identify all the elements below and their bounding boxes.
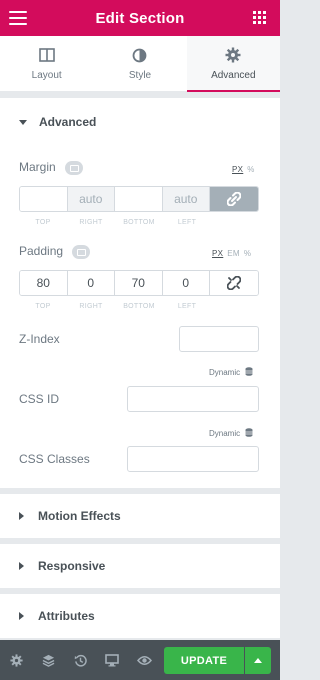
- caret-right-icon: [19, 562, 24, 570]
- caption-bottom: BOTTOM: [123, 303, 155, 310]
- unlink-icon: [227, 276, 241, 290]
- database-icon: [245, 428, 253, 437]
- attributes-title: Attributes: [38, 609, 95, 623]
- link-icon: [227, 192, 241, 206]
- padding-top-input[interactable]: 80: [20, 271, 68, 295]
- css-classes-label: CSS Classes: [19, 452, 90, 466]
- tab-layout[interactable]: Layout: [0, 36, 93, 91]
- panel-header: Edit Section: [0, 0, 280, 36]
- caret-right-icon: [19, 612, 24, 620]
- contrast-icon: [132, 46, 147, 64]
- layout-icon: [38, 46, 55, 64]
- history-button[interactable]: [64, 640, 96, 680]
- tab-layout-label: Layout: [31, 70, 62, 81]
- margin-units: PX%: [232, 165, 259, 174]
- eye-icon: [136, 655, 152, 665]
- caret-up-icon: [254, 658, 262, 663]
- padding-link-button[interactable]: [210, 271, 258, 295]
- unit-percent[interactable]: %: [247, 165, 254, 174]
- margin-right-input[interactable]: auto: [67, 187, 115, 211]
- tab-style-label: Style: [128, 70, 152, 81]
- margin-link-button[interactable]: [210, 187, 258, 211]
- tab-advanced[interactable]: Advanced: [186, 36, 281, 92]
- margin-left-input[interactable]: auto: [162, 187, 210, 211]
- gear-icon: [225, 46, 241, 64]
- responsive-mode-button[interactable]: [96, 640, 128, 680]
- motion-effects-header[interactable]: Motion Effects: [0, 494, 280, 538]
- caret-right-icon: [19, 512, 24, 520]
- tabs: Layout Style Advanced: [0, 36, 281, 92]
- unit-em[interactable]: EM: [227, 249, 240, 258]
- settings-button[interactable]: [0, 640, 32, 680]
- padding-label-row: Padding: [19, 244, 91, 259]
- attributes-header[interactable]: Attributes: [0, 594, 280, 638]
- margin-dimensions: auto auto: [19, 186, 259, 212]
- update-options-button[interactable]: [245, 647, 271, 674]
- dynamic-tags-label: Dynamic: [209, 429, 241, 438]
- gear-icon: [9, 653, 23, 667]
- layers-icon: [42, 654, 54, 667]
- advanced-section-header[interactable]: Advanced: [0, 98, 280, 146]
- advanced-section-title: Advanced: [39, 115, 97, 129]
- padding-label: Padding: [19, 244, 64, 258]
- motion-effects-section[interactable]: Motion Effects: [0, 494, 280, 538]
- caption-left: LEFT: [177, 219, 197, 226]
- database-icon: [245, 367, 253, 376]
- css-id-dynamic-row[interactable]: Dynamic: [209, 367, 253, 377]
- dynamic-tags-label: Dynamic: [209, 368, 241, 377]
- unit-px[interactable]: PX: [212, 249, 223, 258]
- margin-label: Margin: [19, 160, 56, 174]
- padding-units: PX EM%: [212, 249, 255, 258]
- panel-title: Edit Section: [95, 9, 185, 27]
- padding-right-input[interactable]: 0: [67, 271, 115, 295]
- history-icon: [74, 654, 87, 667]
- update-button[interactable]: UPDATE: [164, 647, 244, 674]
- margin-label-row: Margin: [19, 160, 84, 175]
- navigator-button[interactable]: [32, 640, 64, 680]
- margin-top-input[interactable]: [20, 187, 68, 211]
- hamburger-menu-icon[interactable]: [9, 11, 27, 25]
- desktop-icon: [105, 653, 119, 666]
- unit-px[interactable]: PX: [232, 165, 243, 174]
- caption-left: LEFT: [177, 303, 197, 310]
- caption-right: RIGHT: [79, 219, 103, 226]
- responsive-section[interactable]: Responsive: [0, 544, 280, 588]
- tab-advanced-label: Advanced: [211, 70, 256, 81]
- margin-bottom-input[interactable]: [115, 187, 163, 211]
- caption-bottom: BOTTOM: [123, 219, 155, 226]
- padding-dimensions: 80 0 70 0: [19, 270, 259, 296]
- responsive-header[interactable]: Responsive: [0, 544, 280, 588]
- unit-percent[interactable]: %: [244, 249, 251, 258]
- attributes-section[interactable]: Attributes: [0, 594, 280, 638]
- responsive-desktop-icon[interactable]: [72, 244, 91, 259]
- caret-down-icon: [19, 119, 27, 125]
- css-id-label: CSS ID: [19, 392, 60, 406]
- responsive-title: Responsive: [38, 559, 106, 573]
- caption-right: RIGHT: [79, 303, 103, 310]
- z-index-label: Z-Index: [19, 332, 60, 346]
- caption-top: TOP: [35, 303, 51, 310]
- css-classes-input[interactable]: [127, 446, 259, 472]
- motion-effects-title: Motion Effects: [38, 509, 121, 523]
- responsive-desktop-icon[interactable]: [65, 160, 84, 175]
- css-id-input[interactable]: [127, 386, 259, 412]
- caption-top: TOP: [35, 219, 51, 226]
- padding-captions: TOP RIGHT BOTTOM LEFT: [19, 303, 211, 310]
- margin-captions: TOP RIGHT BOTTOM LEFT: [19, 219, 211, 226]
- preview-button[interactable]: [128, 640, 160, 680]
- css-classes-dynamic-row[interactable]: Dynamic: [209, 428, 253, 438]
- tab-style[interactable]: Style: [93, 36, 186, 91]
- z-index-input[interactable]: [179, 326, 259, 352]
- widgets-grid-icon[interactable]: [253, 11, 266, 24]
- padding-bottom-input[interactable]: 70: [115, 271, 163, 295]
- padding-left-input[interactable]: 0: [162, 271, 210, 295]
